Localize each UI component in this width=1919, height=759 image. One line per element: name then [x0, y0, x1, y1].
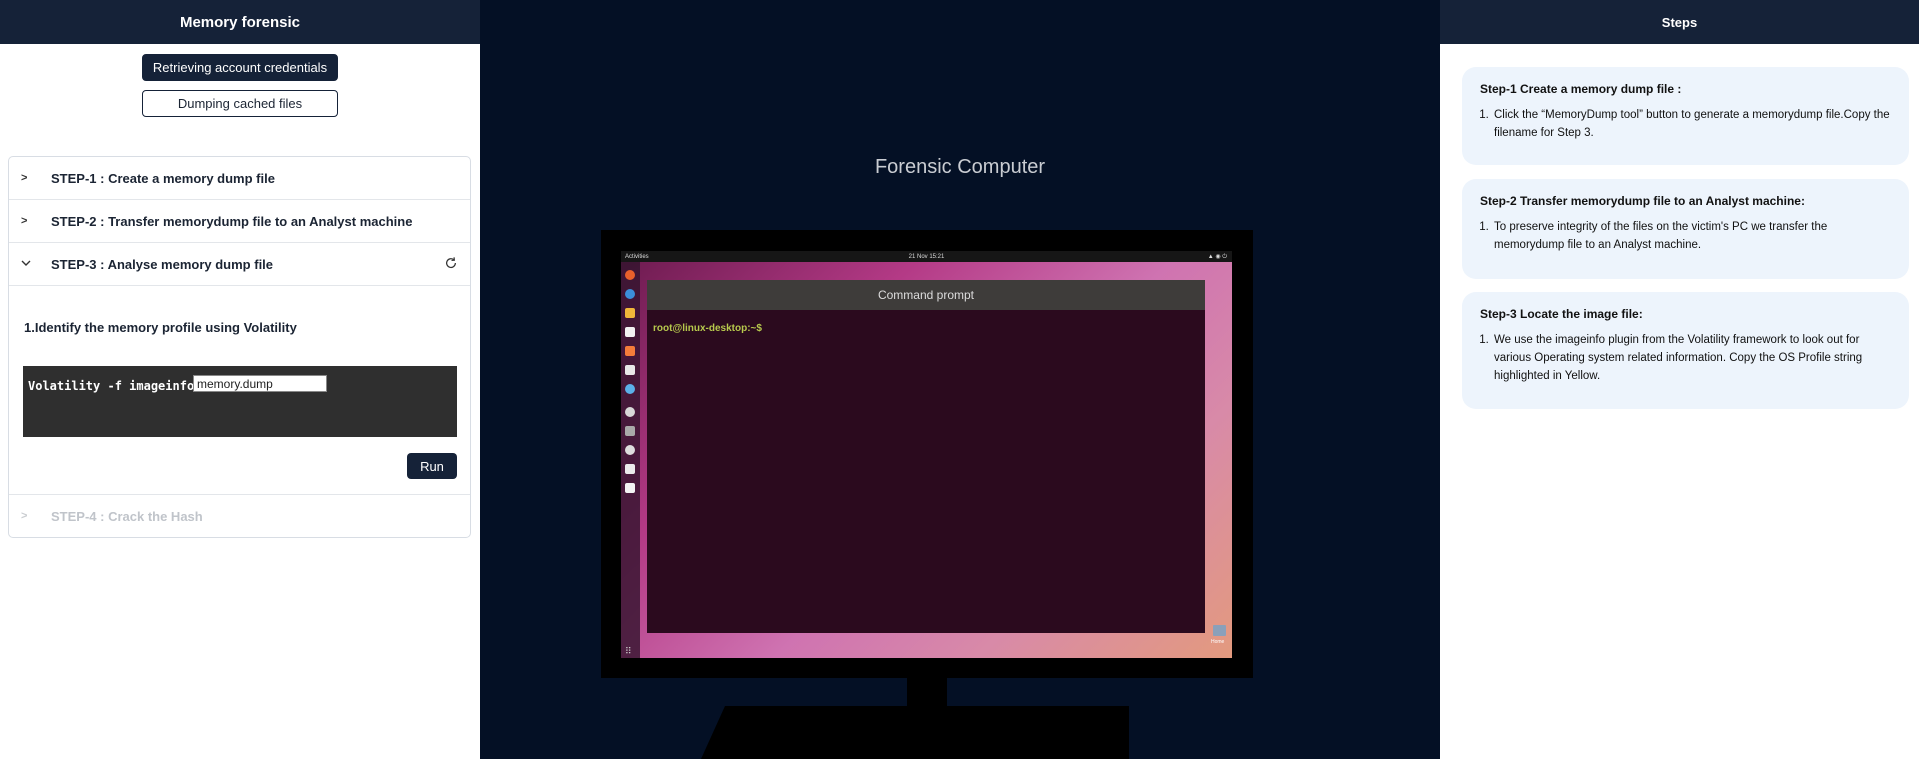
- monitor: Activities 21 Nov 15:21 ▲ ◉ ⏻ ⠿ Command …: [601, 230, 1253, 678]
- home-folder-icon[interactable]: [1213, 625, 1226, 636]
- dock-app-icon[interactable]: [625, 308, 635, 318]
- chevron-down-icon: [21, 258, 33, 270]
- command-prompt-title: Command prompt: [647, 280, 1205, 310]
- dock-app-icon[interactable]: [625, 445, 635, 455]
- system-tray-icon[interactable]: ▲ ◉ ⏻: [1208, 253, 1227, 261]
- filename-input[interactable]: [193, 375, 327, 392]
- desktop-screen: Activities 21 Nov 15:21 ▲ ◉ ⏻ ⠿ Command …: [621, 251, 1232, 658]
- left-panel-title: Memory forensic: [0, 0, 480, 44]
- step-3-header[interactable]: STEP-3 : Analyse memory dump file: [9, 243, 470, 286]
- refresh-icon[interactable]: [444, 256, 458, 270]
- dock-app-icon[interactable]: [625, 483, 635, 493]
- step-card-3-title: Step-3 Locate the image file:: [1480, 307, 1643, 321]
- chevron-right-icon: >: [21, 172, 28, 184]
- step-card-3-item: We use the imageinfo plugin from the Vol…: [1492, 331, 1891, 385]
- chevron-right-icon: >: [21, 510, 28, 522]
- dock-app-icon[interactable]: [625, 346, 635, 356]
- step-3-instruction: 1.Identify the memory profile using Vola…: [24, 320, 297, 335]
- dock-app-icon[interactable]: [625, 426, 635, 436]
- step-card-1: Step-1 Create a memory dump file : Click…: [1462, 67, 1909, 165]
- step-2-label: STEP-2 : Transfer memorydump file to an …: [51, 213, 413, 229]
- clock-label: 21 Nov 15:21: [908, 253, 945, 260]
- run-button[interactable]: Run: [407, 453, 457, 479]
- command-prompt-window[interactable]: Command prompt root@linux-desktop:~$: [647, 280, 1205, 633]
- step-card-2-title: Step-2 Transfer memorydump file to an An…: [1480, 194, 1805, 208]
- forensic-computer-title: Forensic Computer: [874, 156, 1046, 178]
- shell-prompt: root@linux-desktop:~$: [653, 323, 762, 334]
- step-4-label: STEP-4 : Crack the Hash: [51, 508, 203, 524]
- step-card-1-title: Step-1 Create a memory dump file :: [1480, 82, 1682, 96]
- dumping-cached-files-button[interactable]: Dumping cached files: [142, 90, 338, 117]
- step-2-header[interactable]: > STEP-2 : Transfer memorydump file to a…: [9, 200, 470, 243]
- retrieving-credentials-button[interactable]: Retrieving account credentials: [142, 54, 338, 81]
- step-1-label: STEP-1 : Create a memory dump file: [51, 170, 275, 186]
- command-text: Volatility -f imageinfo: [28, 379, 195, 393]
- dock-app-icon[interactable]: [625, 365, 635, 375]
- monitor-stand-base: [701, 706, 1129, 759]
- steps-accordion: > STEP-1 : Create a memory dump file > S…: [8, 156, 471, 538]
- dock: ⠿: [621, 262, 640, 658]
- dock-app-icon[interactable]: [625, 407, 635, 417]
- dock-app-icon[interactable]: [625, 464, 635, 474]
- forensic-computer-panel: Forensic Computer Activities 21 Nov 15:2…: [480, 0, 1440, 759]
- app-grid-icon[interactable]: ⠿: [625, 647, 634, 656]
- dock-app-icon[interactable]: [625, 384, 635, 394]
- monitor-stand-neck: [907, 678, 947, 708]
- right-panel: Steps Step-1 Create a memory dump file :…: [1440, 0, 1919, 759]
- step-card-1-item: Click the “MemoryDump tool” button to ge…: [1492, 106, 1891, 142]
- left-panel: Memory forensic Retrieving account crede…: [0, 0, 480, 759]
- command-box: Volatility -f imageinfo: [23, 366, 457, 437]
- dock-app-icon[interactable]: [625, 327, 635, 337]
- step-3-label: STEP-3 : Analyse memory dump file: [51, 256, 274, 272]
- chevron-right-icon: >: [21, 215, 28, 227]
- step-card-2: Step-2 Transfer memorydump file to an An…: [1462, 179, 1909, 279]
- step-card-3: Step-3 Locate the image file: We use the…: [1462, 292, 1909, 409]
- step-3-body: 1.Identify the memory profile using Vola…: [9, 286, 470, 495]
- dock-app-icon[interactable]: [625, 270, 635, 280]
- steps-title: Steps: [1440, 0, 1919, 44]
- dock-app-icon[interactable]: [625, 289, 635, 299]
- home-folder-label: Home: [1211, 639, 1225, 645]
- step-1-header[interactable]: > STEP-1 : Create a memory dump file: [9, 157, 470, 200]
- step-card-2-item: To preserve integrity of the files on th…: [1492, 218, 1891, 254]
- step-4-header: > STEP-4 : Crack the Hash: [9, 495, 470, 537]
- desktop-topbar: Activities 21 Nov 15:21 ▲ ◉ ⏻: [621, 251, 1232, 262]
